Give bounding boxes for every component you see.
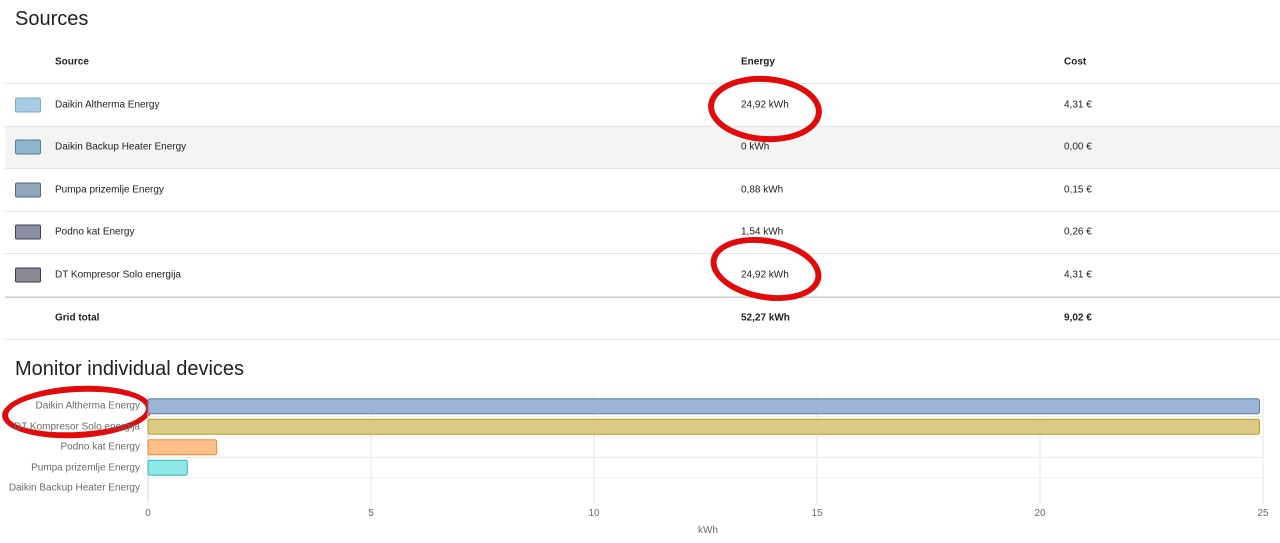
x-tick-label: 20 bbox=[1034, 508, 1046, 519]
bar[interactable] bbox=[147, 418, 1260, 435]
table-row[interactable]: Daikin Backup Heater Energy 0 kWh 0,00 € bbox=[5, 126, 1280, 169]
source-energy: 24,92 kWh bbox=[741, 269, 789, 281]
x-axis-unit-label: kWh bbox=[698, 525, 718, 536]
y-category-label: Daikin Backup Heater Energy bbox=[8, 482, 140, 494]
color-swatch bbox=[15, 139, 41, 155]
color-swatch bbox=[15, 224, 41, 240]
color-swatch bbox=[15, 182, 41, 198]
grid-total-cost: 9,02 € bbox=[1064, 312, 1092, 324]
source-name: Podno kat Energy bbox=[55, 226, 135, 238]
source-cost: 4,31 € bbox=[1064, 99, 1092, 111]
color-swatch bbox=[15, 97, 41, 113]
table-row[interactable]: Daikin Altherma Energy 24,92 kWh 4,31 € bbox=[5, 84, 1280, 127]
y-category-label: Daikin Altherma Energy bbox=[35, 400, 141, 412]
source-energy: 0 kWh bbox=[741, 141, 770, 153]
table-row[interactable]: Podno kat Energy 1,54 kWh 0,26 € bbox=[5, 212, 1280, 254]
sources-title: Sources bbox=[15, 8, 89, 30]
y-category-label: DT Kompresor Solo energija bbox=[14, 421, 140, 433]
x-tick-label: 15 bbox=[811, 508, 823, 519]
x-tick-label: 0 bbox=[145, 508, 151, 519]
source-name: Daikin Altherma Energy bbox=[55, 99, 160, 111]
table-header-row: Source Energy Cost bbox=[5, 41, 1280, 84]
source-energy: 1,54 kWh bbox=[741, 226, 784, 238]
table-row[interactable]: Pumpa prizemlje Energy 0,88 kWh 0,15 € bbox=[5, 169, 1280, 212]
header-source[interactable]: Source bbox=[55, 57, 89, 68]
grid-total-energy: 52,27 kWh bbox=[741, 312, 790, 324]
x-tick-label: 25 bbox=[1257, 508, 1269, 519]
chart-svg bbox=[147, 396, 1264, 505]
color-swatch bbox=[15, 267, 41, 283]
device-bar-chart: 0 5 10 15 20 25 Daikin Altherma Energy DT Kompr… bbox=[0, 390, 1280, 543]
y-category-label: Podno kat Energy bbox=[60, 441, 141, 453]
source-energy: 24,92 kWh bbox=[741, 99, 789, 111]
source-cost: 0,15 € bbox=[1064, 184, 1092, 196]
y-category-label: Pumpa prizemlje Energy bbox=[31, 462, 140, 474]
bar[interactable] bbox=[147, 439, 218, 456]
source-energy: 0,88 kWh bbox=[741, 184, 784, 196]
source-cost: 0,26 € bbox=[1064, 226, 1092, 238]
sources-table: Source Energy Cost Daikin Altherma Energ… bbox=[5, 41, 1280, 340]
x-tick-label: 10 bbox=[588, 508, 600, 519]
header-cost[interactable]: Cost bbox=[1064, 57, 1086, 68]
source-name: Daikin Backup Heater Energy bbox=[55, 141, 187, 153]
header-energy[interactable]: Energy bbox=[741, 57, 775, 68]
grid-total-row: Grid total 52,27 kWh 9,02 € bbox=[5, 296, 1280, 340]
source-cost: 4,31 € bbox=[1064, 269, 1092, 281]
source-cost: 0,00 € bbox=[1064, 141, 1092, 153]
x-tick-label: 5 bbox=[368, 508, 374, 519]
source-name: Pumpa prizemlje Energy bbox=[55, 184, 164, 196]
grid-total-label: Grid total bbox=[55, 312, 100, 324]
table-row[interactable]: DT Kompresor Solo energija 24,92 kWh 4,3… bbox=[5, 254, 1280, 297]
bar[interactable] bbox=[147, 398, 1260, 415]
monitor-title: Monitor individual devices bbox=[15, 358, 245, 380]
bar[interactable] bbox=[147, 459, 188, 476]
source-name: DT Kompresor Solo energija bbox=[55, 269, 181, 281]
